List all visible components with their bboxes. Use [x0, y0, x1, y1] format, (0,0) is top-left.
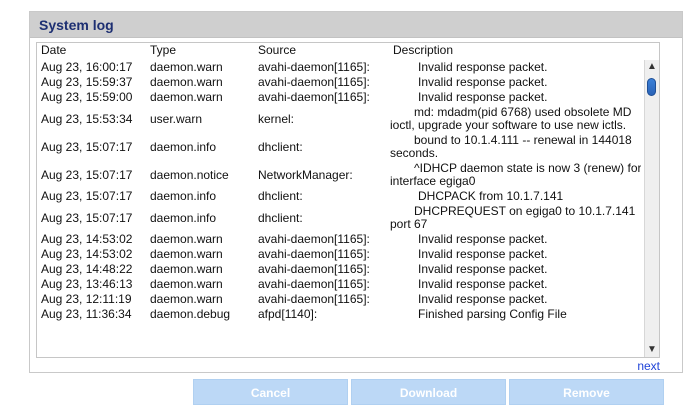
log-date: Aug 23, 14:48:22: [41, 262, 133, 276]
download-button[interactable]: Download: [351, 379, 506, 405]
log-date: Aug 23, 14:53:02: [41, 247, 133, 261]
panel-header: System log: [30, 12, 682, 38]
log-type: daemon.notice: [150, 168, 229, 182]
log-type: daemon.warn: [150, 90, 223, 104]
log-type: user.warn: [150, 112, 203, 126]
scroll-thumb[interactable]: [647, 78, 656, 96]
log-type: daemon.warn: [150, 247, 223, 261]
log-date: Aug 23, 14:53:02: [41, 232, 133, 246]
column-type-header: Type: [150, 43, 177, 57]
log-row: Aug 23, 14:48:22 daemon.warn avahi-daemon[…: [37, 262, 641, 277]
log-row: Aug 23, 14:53:02 daemon.warn avahi-daemon[…: [37, 247, 641, 262]
log-type: daemon.warn: [150, 277, 223, 291]
log-description: Invalid response packet.: [418, 247, 548, 261]
log-source: afpd[1140]:: [258, 307, 318, 321]
log-description: bound to 10.1.4.111 -- renewal in 144018…: [390, 133, 632, 160]
log-description: Invalid response packet.: [418, 277, 548, 291]
log-description: Invalid response packet.: [418, 90, 548, 104]
log-date: Aug 23, 15:59:37: [41, 75, 133, 89]
panel-title: System log: [39, 16, 114, 33]
log-source: avahi-daemon[1165]:: [258, 247, 370, 261]
log-row: Aug 23, 15:07:17 daemon.info dhclient: DHCP…: [37, 204, 641, 232]
scroll-up-arrow-icon[interactable]: ▲: [645, 60, 659, 74]
log-type: daemon.warn: [150, 60, 223, 74]
log-rows: Aug 23, 16:00:17 daemon.warn avahi-daemon[…: [37, 60, 641, 357]
log-source: avahi-daemon[1165]:: [258, 60, 370, 74]
column-source-header: Source: [258, 43, 297, 57]
log-date: Aug 23, 11:36:34: [41, 307, 132, 321]
log-source: NetworkManager:: [258, 168, 353, 182]
remove-button[interactable]: Remove: [509, 379, 664, 405]
log-row: Aug 23, 15:59:00 daemon.warn avahi-daemon[…: [37, 90, 641, 105]
log-row: Aug 23, 15:07:17 daemon.info dhclient: DHCP…: [37, 189, 641, 204]
log-row: Aug 23, 15:07:17 daemon.info dhclient: boun…: [37, 133, 641, 161]
log-row: Aug 23, 16:00:17 daemon.warn avahi-daemon[…: [37, 60, 641, 75]
log-type: daemon.warn: [150, 292, 223, 306]
log-type: daemon.warn: [150, 232, 223, 246]
log-type: daemon.info: [150, 189, 217, 203]
log-description: DHCPREQUEST on egiga0 to 10.1.7.141 port…: [390, 204, 636, 231]
log-row: Aug 23, 15:07:17 daemon.notice NetworkMana…: [37, 161, 641, 189]
log-source: avahi-daemon[1165]:: [258, 277, 370, 291]
log-date: Aug 23, 15:59:00: [41, 90, 133, 104]
log-description: DHCPACK from 10.1.7.141: [418, 189, 564, 203]
log-source: dhclient:: [258, 211, 303, 225]
system-log-panel: System log Date Type Source Description …: [29, 11, 683, 373]
log-header-row: Date Type Source Description: [37, 43, 659, 60]
log-row: Aug 23, 15:53:34 user.warn kernel: md: mdad…: [37, 105, 641, 133]
log-type: daemon.warn: [150, 75, 223, 89]
log-source: kernel:: [258, 112, 295, 126]
log-description: md: mdadm(pid 6768) used obsolete MD ioc…: [390, 105, 632, 132]
system-log-page: System log Date Type Source Description …: [0, 0, 689, 419]
log-description: Finished parsing Config File: [418, 307, 567, 321]
log-scrollbar[interactable]: ▲ ▼: [644, 60, 659, 357]
log-description: Invalid response packet.: [418, 262, 548, 276]
scroll-down-arrow-icon[interactable]: ▼: [645, 343, 659, 357]
log-date: Aug 23, 15:07:17: [41, 168, 133, 182]
log-type: daemon.debug: [150, 307, 231, 321]
column-date-header: Date: [41, 43, 67, 57]
action-button-bar: Cancel Download Remove: [193, 379, 664, 405]
next-page-link[interactable]: next: [637, 359, 660, 373]
log-date: Aug 23, 15:07:17: [41, 140, 133, 154]
log-row: Aug 23, 14:53:02 daemon.warn avahi-daemon[…: [37, 232, 641, 247]
log-source: avahi-daemon[1165]:: [258, 75, 370, 89]
log-type: daemon.warn: [150, 262, 223, 276]
log-date: Aug 23, 16:00:17: [41, 60, 133, 74]
log-description: Invalid response packet.: [418, 292, 548, 306]
log-description: Invalid response packet.: [418, 60, 548, 74]
log-source: avahi-daemon[1165]:: [258, 292, 370, 306]
log-row: Aug 23, 15:59:37 daemon.warn avahi-daemon[…: [37, 75, 641, 90]
log-row: Aug 23, 12:11:19 daemon.warn avahi-daemon[…: [37, 292, 641, 307]
log-source: avahi-daemon[1165]:: [258, 262, 370, 276]
log-date: Aug 23, 15:53:34: [41, 112, 133, 126]
log-date: Aug 23, 12:11:19: [41, 292, 132, 306]
log-date: Aug 23, 15:07:17: [41, 211, 133, 225]
log-description: Invalid response packet.: [418, 232, 548, 246]
log-row: Aug 23, 11:36:34 daemon.debug afpd[1140]: F…: [37, 307, 641, 322]
column-description-header: Description: [393, 43, 454, 57]
log-type: daemon.info: [150, 140, 217, 154]
cancel-button[interactable]: Cancel: [193, 379, 348, 405]
log-type: daemon.info: [150, 211, 217, 225]
log-description: ^IDHCP daemon state is now 3 (renew) for…: [390, 161, 641, 188]
log-box: Date Type Source Description Aug 23, 16:…: [36, 42, 660, 358]
log-description: Invalid response packet.: [418, 75, 548, 89]
log-date: Aug 23, 15:07:17: [41, 189, 133, 203]
log-source: dhclient:: [258, 140, 303, 154]
log-row: Aug 23, 13:46:13 daemon.warn avahi-daemon[…: [37, 277, 641, 292]
log-date: Aug 23, 13:46:13: [41, 277, 133, 291]
log-source: avahi-daemon[1165]:: [258, 232, 370, 246]
log-source: avahi-daemon[1165]:: [258, 90, 370, 104]
log-source: dhclient:: [258, 189, 303, 203]
